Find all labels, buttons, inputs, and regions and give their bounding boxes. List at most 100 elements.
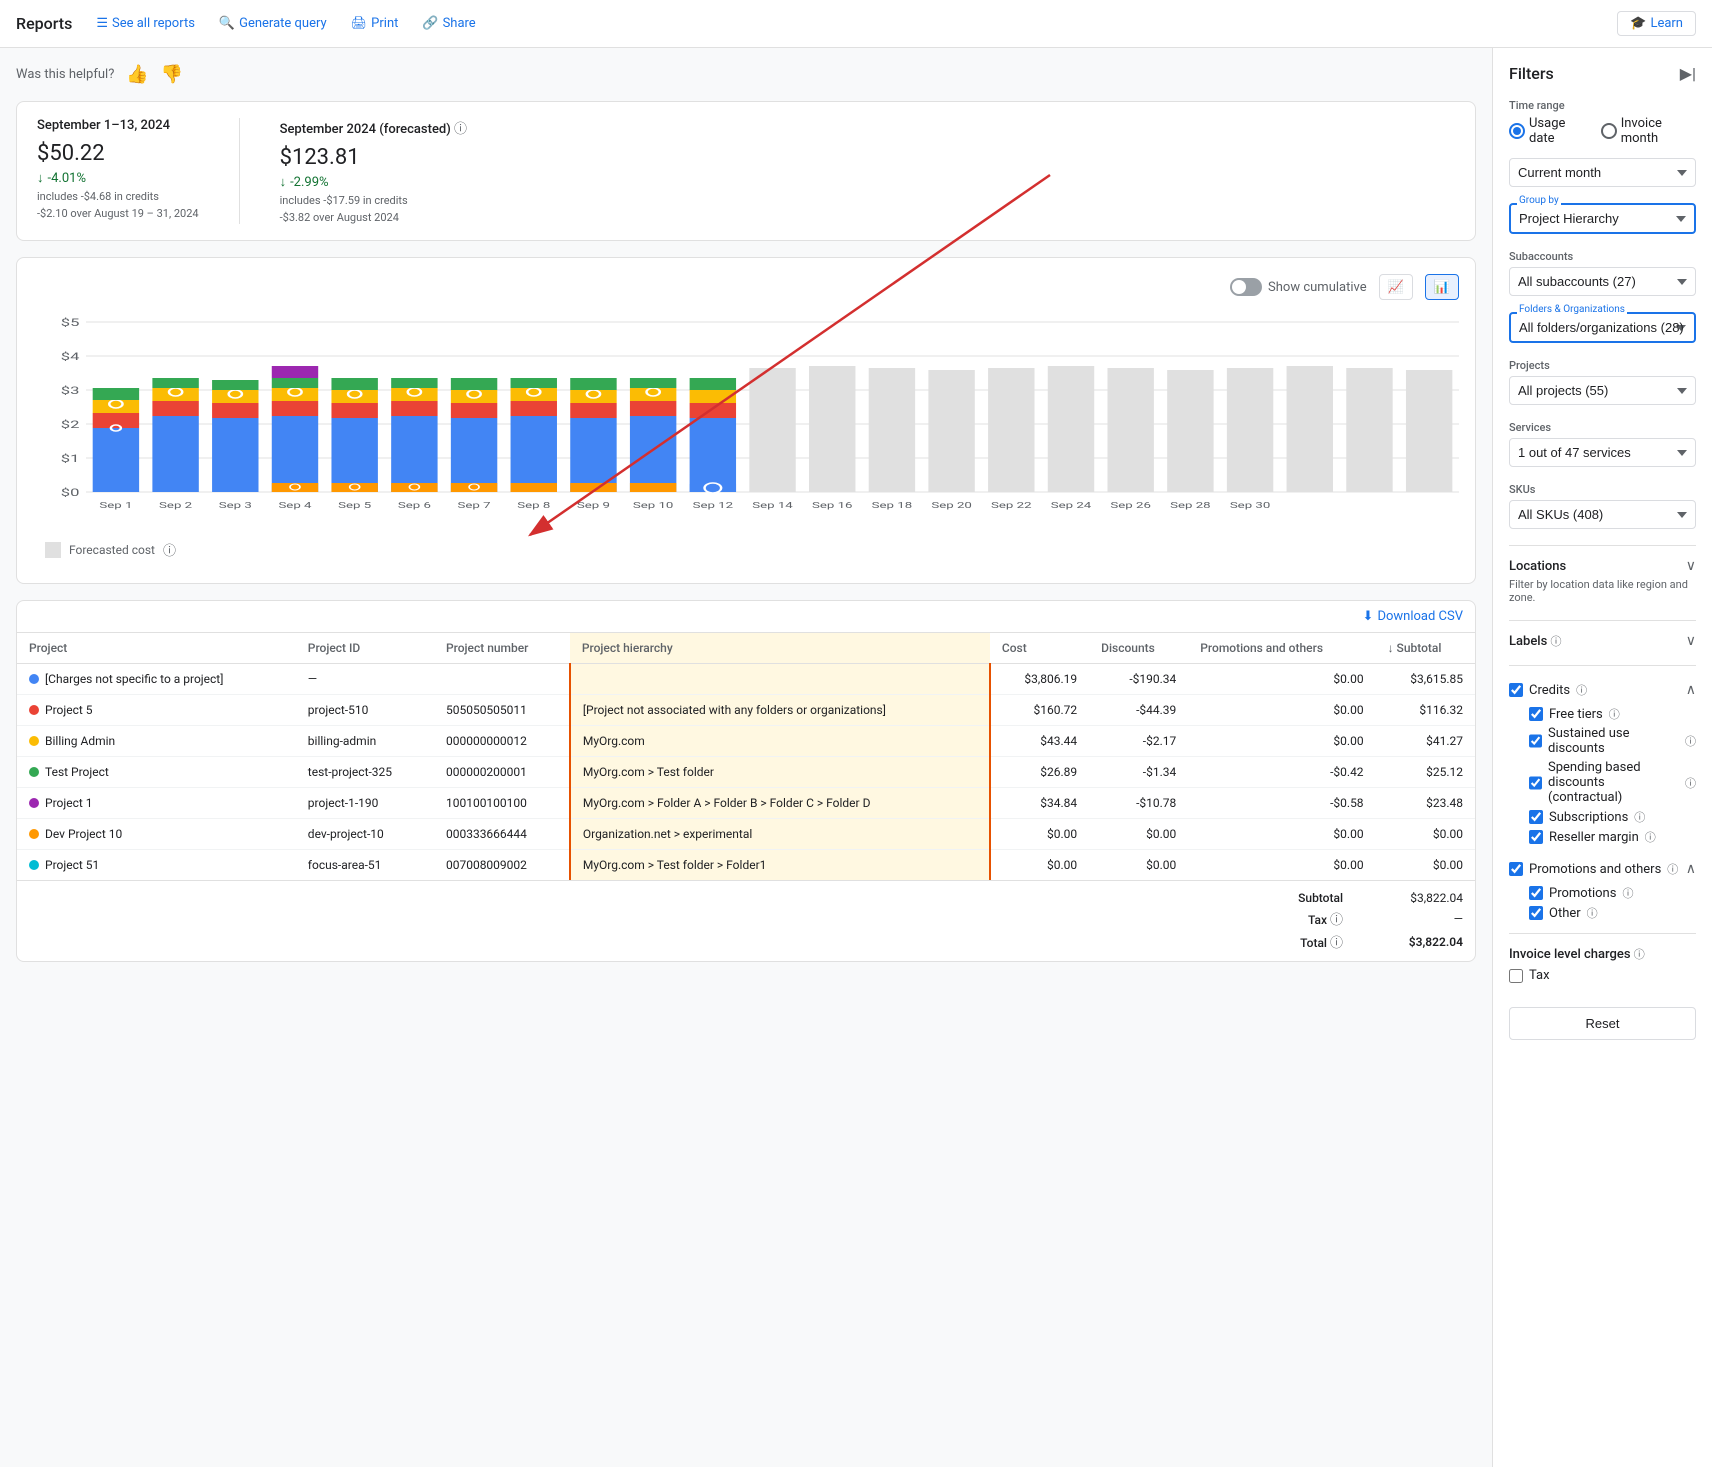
total-help-icon[interactable]: ⓘ bbox=[1330, 936, 1343, 951]
show-cumulative-toggle[interactable]: Show cumulative bbox=[1230, 278, 1367, 296]
cell-subtotal-0: $3,615.85 bbox=[1376, 664, 1475, 695]
print-link[interactable]: 🖨 Print bbox=[343, 12, 407, 35]
tax-filter-checkbox[interactable] bbox=[1509, 969, 1523, 983]
sidebar-collapse-button[interactable]: ▶| bbox=[1680, 64, 1696, 83]
subaccounts-section: Subaccounts All subaccounts (27) bbox=[1509, 250, 1696, 296]
line-chart-button[interactable]: 📈 bbox=[1379, 274, 1413, 300]
group-by-select[interactable]: Project Hierarchy bbox=[1509, 203, 1696, 234]
projects-select[interactable]: All projects (55) bbox=[1509, 376, 1696, 405]
skus-select[interactable]: All SKUs (408) bbox=[1509, 500, 1696, 529]
locations-chevron[interactable]: ∨ bbox=[1686, 558, 1696, 574]
tax-filter-item[interactable]: Tax bbox=[1509, 968, 1696, 983]
invoice-level-help-icon[interactable]: ⓘ bbox=[1634, 948, 1645, 961]
free-tiers-checkbox[interactable] bbox=[1529, 707, 1543, 721]
reseller-margin-item[interactable]: Reseller margin ⓘ bbox=[1529, 829, 1696, 845]
cell-promotions-0: $0.00 bbox=[1188, 664, 1375, 695]
svg-text:Sep 6: Sep 6 bbox=[398, 501, 431, 510]
generate-query-link[interactable]: 🔍 Generate query bbox=[211, 12, 335, 35]
credits-chevron[interactable]: ∧ bbox=[1686, 682, 1696, 698]
labels-help-icon[interactable]: ⓘ bbox=[1551, 635, 1562, 648]
subscriptions-help-icon[interactable]: ⓘ bbox=[1634, 809, 1645, 825]
total-label: Total ⓘ bbox=[1283, 932, 1343, 951]
forecast-help-icon[interactable]: ⓘ bbox=[454, 122, 467, 137]
promotions-help-icon[interactable]: ⓘ bbox=[1622, 885, 1633, 901]
tax-help-icon[interactable]: ⓘ bbox=[1330, 913, 1343, 928]
sustained-use-item[interactable]: Sustained use discounts ⓘ bbox=[1529, 726, 1696, 756]
subaccounts-wrapper: All subaccounts (27) bbox=[1509, 267, 1696, 296]
promotions-chevron[interactable]: ∧ bbox=[1686, 861, 1696, 877]
spending-based-item[interactable]: Spending based discounts (contractual) ⓘ bbox=[1529, 760, 1696, 805]
cell-hierarchy-4: MyOrg.com > Folder A > Folder B > Folder… bbox=[570, 788, 990, 819]
cell-discounts-3: -$1.34 bbox=[1089, 757, 1188, 788]
promotions-checkbox[interactable] bbox=[1529, 886, 1543, 900]
other-help-icon[interactable]: ⓘ bbox=[1587, 905, 1598, 921]
promotions-others-checkbox[interactable] bbox=[1509, 862, 1523, 876]
svg-text:$3: $3 bbox=[61, 385, 80, 397]
share-link[interactable]: 🔗 Share bbox=[414, 12, 483, 35]
credits-checkbox-item[interactable]: Credits ⓘ bbox=[1509, 682, 1587, 698]
forecasted-cost-help-icon[interactable]: ⓘ bbox=[163, 540, 176, 559]
subaccounts-select[interactable]: All subaccounts (27) bbox=[1509, 267, 1696, 296]
main-layout: Was this helpful? 👍 👎 September 1–13, 20… bbox=[0, 48, 1712, 1467]
svg-text:Sep 9: Sep 9 bbox=[577, 501, 610, 510]
credits-checkbox[interactable] bbox=[1509, 683, 1523, 697]
usage-date-radio[interactable]: Usage date bbox=[1509, 116, 1589, 146]
svg-text:Sep 28: Sep 28 bbox=[1170, 501, 1211, 510]
subscriptions-item[interactable]: Subscriptions ⓘ bbox=[1529, 809, 1696, 825]
svg-text:Sep 3: Sep 3 bbox=[219, 501, 252, 510]
thumbs-down-button[interactable]: 👎 bbox=[161, 64, 183, 85]
cell-discounts-1: -$44.39 bbox=[1089, 695, 1188, 726]
cell-projectnum-5: 000333666444 bbox=[434, 819, 570, 850]
reset-button[interactable]: Reset bbox=[1509, 1007, 1696, 1040]
cell-project-0: [Charges not specific to a project] bbox=[17, 664, 296, 695]
spending-based-help-icon[interactable]: ⓘ bbox=[1685, 775, 1696, 791]
cell-promotions-1: $0.00 bbox=[1188, 695, 1375, 726]
folders-select[interactable]: All folders/organizations (28) bbox=[1509, 312, 1696, 343]
spending-based-checkbox[interactable] bbox=[1529, 776, 1542, 790]
labels-chevron[interactable]: ∨ bbox=[1686, 633, 1696, 649]
bar-chart-button[interactable]: 📊 bbox=[1425, 274, 1459, 300]
divider-3 bbox=[1509, 665, 1696, 666]
free-tiers-help-icon[interactable]: ⓘ bbox=[1609, 706, 1620, 722]
col-project: Project bbox=[17, 633, 296, 664]
thumbs-up-button[interactable]: 👍 bbox=[126, 64, 148, 85]
see-all-reports-link[interactable]: ☰ See all reports bbox=[88, 12, 203, 35]
learn-button[interactable]: 🎓 Learn bbox=[1617, 11, 1696, 36]
group-by-section: Group by Project Hierarchy bbox=[1509, 203, 1696, 234]
stat-period-2: September 2024 (forecasted) ⓘ bbox=[280, 118, 467, 137]
filters-title: Filters ▶| bbox=[1509, 64, 1696, 83]
table-row: [Charges not specific to a project] — $3… bbox=[17, 664, 1475, 695]
sustained-use-checkbox[interactable] bbox=[1529, 734, 1542, 748]
time-range-section: Time range Usage date Invoice month Curr… bbox=[1509, 99, 1696, 187]
current-month-select[interactable]: Current month bbox=[1509, 158, 1696, 187]
cell-projectid-5: dev-project-10 bbox=[296, 819, 434, 850]
download-csv-button[interactable]: ⬇ Download CSV bbox=[1363, 609, 1463, 624]
credits-help-icon[interactable]: ⓘ bbox=[1576, 682, 1587, 698]
cell-subtotal-1: $116.32 bbox=[1376, 695, 1475, 726]
folders-section: Folders & Organizations All folders/orga… bbox=[1509, 312, 1696, 343]
promotions-others-item[interactable]: Promotions and others ⓘ bbox=[1509, 861, 1678, 877]
subscriptions-checkbox[interactable] bbox=[1529, 810, 1543, 824]
other-item[interactable]: Other ⓘ bbox=[1529, 905, 1696, 921]
cell-subtotal-4: $23.48 bbox=[1376, 788, 1475, 819]
stats-card: September 1–13, 2024 $50.22 ↓ -4.01% inc… bbox=[16, 101, 1476, 241]
sustained-use-help-icon[interactable]: ⓘ bbox=[1685, 733, 1696, 749]
table-totals: Subtotal $3,822.04 Tax ⓘ — Total ⓘ $3,82 bbox=[17, 880, 1475, 961]
forecasted-cost-legend: Forecasted cost ⓘ bbox=[33, 532, 1459, 567]
stat-divider bbox=[239, 118, 240, 224]
data-table: ⬇ Download CSV Project Project ID Projec… bbox=[16, 600, 1476, 962]
reseller-margin-checkbox[interactable] bbox=[1529, 830, 1543, 844]
total-row: Total ⓘ $3,822.04 bbox=[29, 930, 1463, 953]
free-tiers-item[interactable]: Free tiers ⓘ bbox=[1529, 706, 1696, 722]
subtotal-row: Subtotal $3,822.04 bbox=[29, 889, 1463, 907]
down-arrow-icon-2: ↓ bbox=[280, 174, 287, 190]
promotions-others-help-icon[interactable]: ⓘ bbox=[1667, 861, 1678, 877]
reseller-margin-help-icon[interactable]: ⓘ bbox=[1645, 829, 1656, 845]
svg-text:Sep 8: Sep 8 bbox=[517, 501, 550, 510]
project-dot-4 bbox=[29, 798, 39, 808]
services-select[interactable]: 1 out of 47 services bbox=[1509, 438, 1696, 467]
invoice-month-radio[interactable]: Invoice month bbox=[1601, 116, 1696, 146]
other-checkbox[interactable] bbox=[1529, 906, 1543, 920]
promotions-item[interactable]: Promotions ⓘ bbox=[1529, 885, 1696, 901]
bar-chart-icon: 📊 bbox=[1434, 279, 1450, 294]
